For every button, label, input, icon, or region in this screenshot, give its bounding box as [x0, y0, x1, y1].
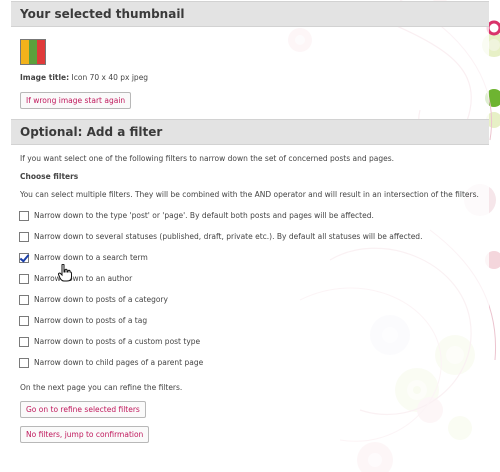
choose-filters-heading: Choose filters	[20, 172, 79, 181]
filter-checkbox[interactable]	[19, 357, 29, 368]
wizard-panel: Your selected thumbnail Image title: Ico…	[11, 0, 489, 472]
filter-option-label: Narrow down to an author	[34, 274, 133, 283]
skip-to-confirmation-button[interactable]: No filters, jump to confirmation	[20, 426, 150, 443]
filter-option-tag[interactable]: Narrow down to posts of a tag	[19, 310, 489, 331]
filter-options-list: Narrow down to the type 'post' or 'page'…	[11, 205, 489, 373]
thumbnail-stripe-yellow	[21, 40, 29, 64]
multiple-filters-note: You can select multiple filters. They wi…	[20, 190, 479, 199]
filter-intro-text: If you want select one of the following …	[20, 154, 395, 163]
start-again-button[interactable]: If wrong image start again	[20, 92, 132, 109]
filter-checkbox[interactable]	[19, 273, 29, 284]
filter-option-statuses[interactable]: Narrow down to several statuses (publish…	[19, 226, 489, 247]
filter-option-category[interactable]: Narrow down to posts of a category	[19, 289, 489, 310]
image-title-label: Image title:	[20, 73, 70, 82]
hand-pointer-icon	[58, 264, 72, 282]
image-title-value: Icon 70 x 40 px jpeg	[71, 73, 149, 82]
filter-option-label: Narrow down to the type 'post' or 'page'…	[34, 211, 374, 220]
thumbnail-stripe-red	[37, 40, 45, 64]
filter-checkbox[interactable]	[19, 252, 29, 263]
thumbnail-image	[20, 39, 46, 65]
filter-option-author[interactable]: Narrow down to an author	[19, 268, 489, 289]
filter-checkbox[interactable]	[19, 231, 29, 242]
filter-option-custom-post-type[interactable]: Narrow down to posts of a custom post ty…	[19, 331, 489, 352]
filter-option-label: Narrow down to posts of a tag	[34, 316, 148, 325]
filter-checkbox[interactable]	[19, 336, 29, 347]
filter-option-label: Narrow down to a search term	[34, 253, 148, 262]
filter-checkbox[interactable]	[19, 210, 29, 221]
filter-option-label: Narrow down to posts of a category	[34, 295, 168, 304]
filter-checkbox[interactable]	[19, 294, 29, 305]
filter-option-label: Narrow down to child pages of a parent p…	[34, 358, 204, 367]
next-page-note: On the next page you can refine the filt…	[20, 383, 183, 392]
refine-filters-button[interactable]: Go on to refine selected filters	[20, 401, 146, 418]
image-title-line: Image title: Icon 70 x 40 px jpeg	[20, 73, 489, 82]
filter-checkbox[interactable]	[19, 315, 29, 326]
thumbnail-section-header: Your selected thumbnail	[11, 1, 489, 27]
filter-section-header: Optional: Add a filter	[11, 119, 489, 145]
filter-option-label: Narrow down to posts of a custom post ty…	[34, 337, 201, 346]
filter-option-post-type[interactable]: Narrow down to the type 'post' or 'page'…	[19, 205, 489, 226]
filter-option-label: Narrow down to several statuses (publish…	[34, 232, 423, 241]
filter-option-search-term[interactable]: Narrow down to a search term	[19, 247, 489, 268]
filter-option-child-pages[interactable]: Narrow down to child pages of a parent p…	[19, 352, 489, 373]
thumbnail-stripe-green	[29, 40, 37, 64]
